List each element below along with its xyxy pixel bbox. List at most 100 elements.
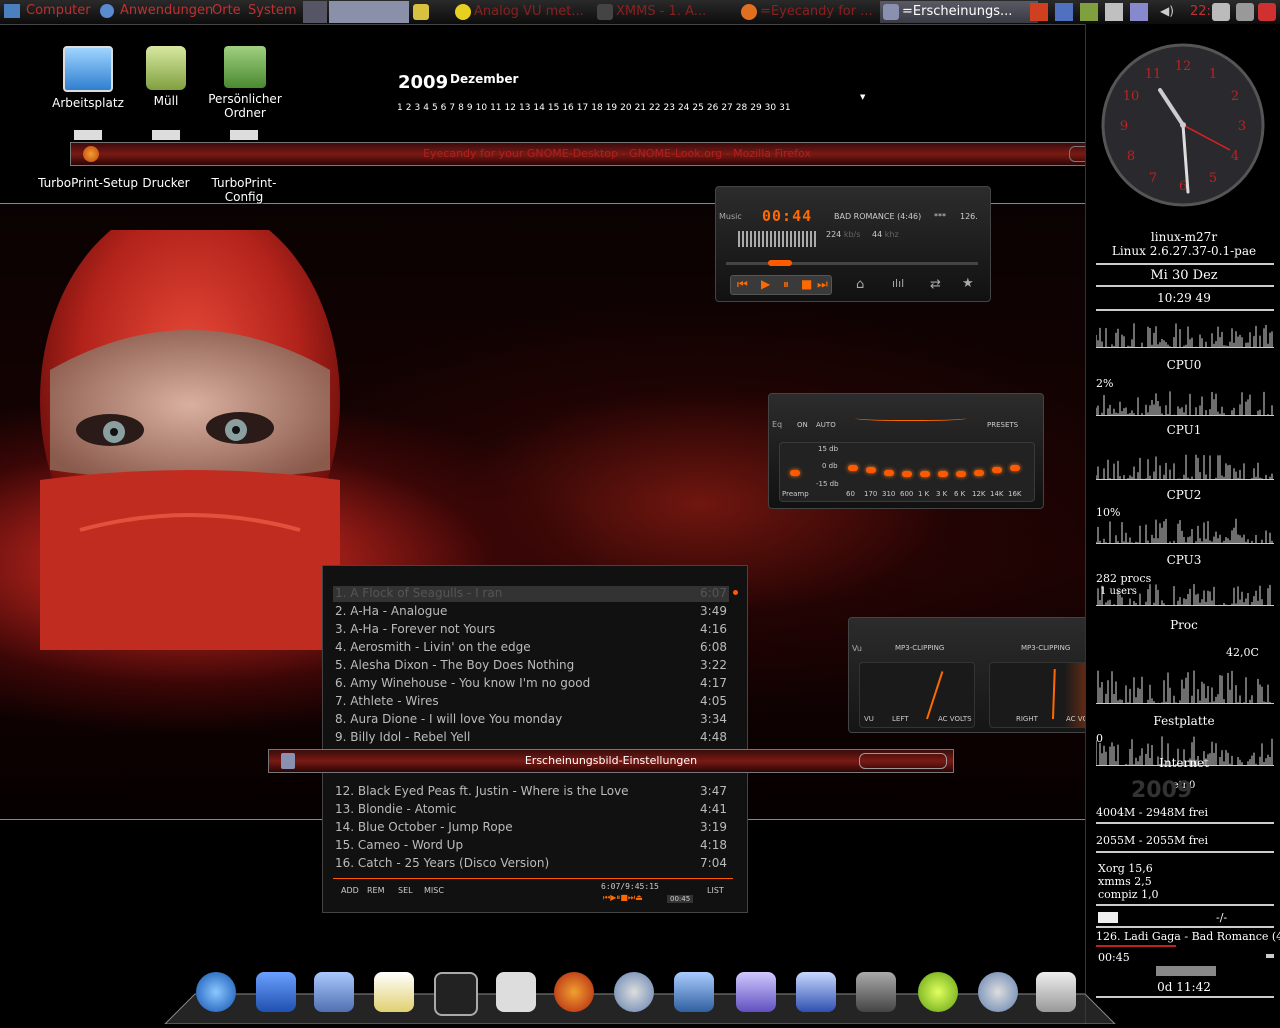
playlist-item[interactable]: 3. A-Ha - Forever not Yours 4:16 [335,622,727,638]
track-duration: 7:04 [700,856,727,870]
monitor-icon[interactable] [1080,3,1098,21]
network-browser-icon[interactable] [196,972,236,1012]
playlist-item[interactable]: 12. Black Eyed Peas ft. Justin - Where i… [335,784,727,800]
conky-sidebar: 12 1 2 3 4567 8 9 10 11 linux-m27r Linux 2.6.2… [1085,24,1280,1024]
vu-left-meter: VU LEFT AC VOLTS [859,662,975,728]
track-duration: 4:17 [700,676,727,690]
eq-band-slider[interactable] [1010,465,1020,471]
playlist-item[interactable]: 5. Alesha Dixon - The Boy Does Nothing 3:… [335,658,727,674]
eq-band-slider[interactable] [938,471,948,477]
applications-menu[interactable]: Anwendungen [100,3,213,18]
eq-band-slider[interactable] [920,471,930,477]
digital-clock: 10:29 49 [1157,291,1211,305]
eq-band-slider[interactable] [902,471,912,477]
shutdown-icon[interactable] [1258,3,1276,21]
eq-band-slider[interactable] [992,466,1002,473]
playlist-item[interactable]: 16. Catch - 25 Years (Disco Version) 7:04 [335,856,727,872]
seek-bar[interactable] [726,262,978,265]
next-button[interactable]: ⏭ [817,277,828,292]
eq-band-slider[interactable] [884,469,894,476]
desktop-icon-computer[interactable]: Arbeitsplatz [50,46,126,110]
track-duration: 4:05 [700,694,727,708]
home-icon[interactable] [256,972,296,1012]
network-icon[interactable] [674,972,714,1012]
computer-menu[interactable]: Computer [4,3,91,18]
playlist-item[interactable]: 8. Aura Dione - I will love You monday 3:… [335,712,727,728]
remove-button[interactable]: REM [367,886,385,895]
network-icon[interactable] [1130,3,1148,21]
repeat-icon[interactable]: ⇄ [930,277,941,292]
notes-icon[interactable] [1105,3,1123,21]
terminal-icon[interactable] [434,972,478,1016]
eq-auto-button[interactable]: AUTO [816,421,836,429]
pause-button[interactable]: ⏸ [783,277,789,292]
desktop-icon-home[interactable]: Persönlicher Ordner [186,46,304,120]
eq-band-slider[interactable] [866,466,876,473]
eq-band-label: 12K [972,490,986,498]
playlist-item[interactable]: 4. Aerosmith - Livin' on the edge 6:08 [335,640,727,656]
eq-on-button[interactable]: ON [797,421,808,429]
appearance-window-titlebar[interactable]: Erscheinungsbild-Einstellungen [268,749,954,773]
presentation-icon[interactable] [736,972,776,1012]
k3b-icon[interactable] [496,972,536,1012]
music-player-icon[interactable] [978,972,1018,1012]
clip-indicator-right: MP3-CLIPPING [1021,644,1071,652]
play-button[interactable]: ▶ [761,277,770,291]
gimp-icon[interactable] [856,972,896,1012]
system-menu[interactable]: System [248,3,296,18]
limewire-icon[interactable] [918,972,958,1012]
prev-button[interactable]: ⏮ [737,277,748,292]
playlist-item[interactable]: 9. Billy Idol - Rebel Yell 4:48 [335,730,727,746]
eq-presets-button[interactable]: PRESETS [987,421,1018,429]
mail-icon[interactable] [314,972,354,1012]
taskbar-item-xmms[interactable]: XMMS - 1. A... [594,1,752,23]
task-label: XMMS - 1. A... [616,4,707,19]
firefox-icon[interactable] [554,972,594,1012]
playlist-item[interactable]: 13. Blondie - Atomic 4:41 [335,802,727,818]
itunes-icon[interactable] [614,972,654,1012]
player-controls[interactable] [1156,966,1216,976]
places-menu[interactable]: Orte [212,3,241,18]
taskbar-item-appearance[interactable]: =Erscheinungs... [880,1,1038,23]
misc-button[interactable]: MISC [424,886,444,895]
preamp-slider[interactable] [790,469,800,476]
acvolts-label: AC VOLTS [938,715,972,723]
trash-applet-icon[interactable] [1236,3,1254,21]
list-button[interactable]: LIST [707,886,724,895]
writer-icon[interactable] [796,972,836,1012]
eq-band-slider[interactable] [848,465,858,471]
firefox-window-titlebar[interactable]: Eyecandy for your GNOME-Desktop - GNOME-… [70,142,1164,166]
select-button[interactable]: SEL [398,886,413,895]
eq-band-label: 3 K [936,490,948,498]
scroll-indicator[interactable] [733,590,738,595]
eq-band-slider[interactable] [974,469,984,476]
mini-transport[interactable]: ⏮▶⏸■⏭⏏ [603,893,643,903]
text-editor-icon[interactable] [374,972,414,1012]
playlist-item[interactable]: 6. Amy Winehouse - You know I'm no good 4… [335,676,727,692]
taskbar-item-firefox[interactable]: =Eyecandy for ... [738,1,896,23]
screenshot-icon[interactable] [1212,3,1230,21]
playlist-item[interactable]: 14. Blue October - Jump Rope 3:19 [335,820,727,836]
playlist-item[interactable]: 2. A-Ha - Analogue 3:49 [335,604,727,620]
add-button[interactable]: ADD [341,886,359,895]
star-icon[interactable]: ★ [962,276,974,291]
home-icon[interactable]: ⌂ [856,277,864,292]
stop-button[interactable]: ■ [801,277,812,291]
bitrate-unit: kb/s [843,230,861,239]
preferences-icon[interactable] [1036,972,1076,1012]
volume-icon[interactable]: ◀) [1160,4,1174,18]
taskbar-item-vu[interactable]: Analog VU met... [452,1,610,23]
update-icon[interactable] [1030,3,1048,21]
playlist-item[interactable]: 1. A Flock of Seagulls - I ran 6:07 [335,586,727,602]
seek-handle[interactable] [768,260,792,266]
desktop-icon-trash[interactable]: Müll [140,46,192,108]
calendar-day: 23 [663,103,675,113]
playlist-item[interactable]: 15. Cameo - Word Up 4:18 [335,838,727,854]
playlist-item[interactable]: 7. Athlete - Wires 4:05 [335,694,727,710]
workspace-switcher[interactable] [329,1,409,23]
window-controls[interactable] [859,753,947,769]
eq-band-slider[interactable] [956,471,966,477]
eq-icon[interactable]: ılıl [892,277,904,290]
show-desktop-button[interactable] [303,1,327,23]
media-icon[interactable] [1055,3,1073,21]
